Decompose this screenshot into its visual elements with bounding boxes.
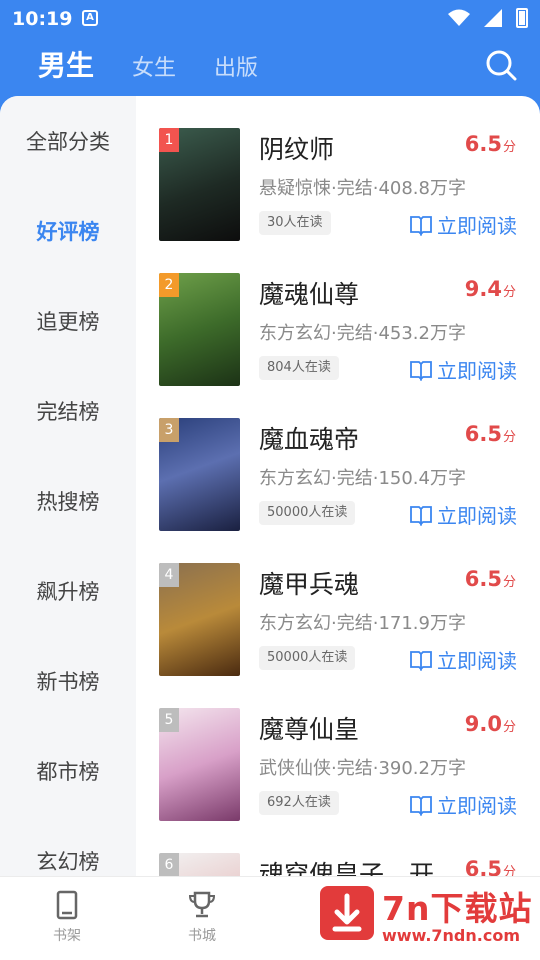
book-score: 6.5分 [464, 422, 516, 446]
book-item[interactable]: 6 魂穿傀皇子，开 6.5分 [136, 821, 540, 876]
tab-publish[interactable]: 出版 [214, 50, 258, 82]
watermark-title: 7n下载站 [382, 889, 533, 928]
app-notification-icon: A [82, 10, 98, 26]
sidebar-item-rising[interactable]: 飙升榜 [0, 576, 136, 606]
sidebar-item-new[interactable]: 新书榜 [0, 666, 136, 696]
signal-icon [484, 9, 502, 27]
readers-badge: 50000人在读 [259, 646, 356, 670]
book-open-icon [410, 650, 432, 671]
rank-badge: 3 [159, 418, 179, 442]
book-title[interactable]: 魔魂仙尊 [259, 275, 359, 311]
book-cover[interactable]: 4 [159, 563, 240, 676]
ranking-sidebar: 全部分类 好评榜 追更榜 完结榜 热搜榜 飙升榜 新书榜 都市榜 玄幻榜 [0, 96, 136, 876]
watermark-url: www.7ndn.com [382, 926, 520, 945]
readers-badge: 50000人在读 [259, 501, 356, 525]
book-title[interactable]: 魔甲兵魂 [259, 565, 359, 601]
read-now-button[interactable]: 立即阅读 [409, 355, 517, 384]
sidebar-item-finished[interactable]: 完结榜 [0, 396, 136, 426]
search-icon[interactable] [484, 48, 518, 82]
book-title[interactable]: 魂穿傀皇子，开 [259, 855, 434, 876]
book-open-icon [410, 505, 432, 526]
main-panel: 全部分类 好评榜 追更榜 完结榜 热搜榜 飙升榜 新书榜 都市榜 玄幻榜 1 阴… [0, 96, 540, 876]
bookshelf-icon [56, 890, 78, 920]
book-open-icon [410, 360, 432, 381]
category-tabs: 男生 女生 出版 [38, 44, 258, 84]
book-open-icon [410, 215, 432, 236]
book-score: 9.0分 [464, 712, 516, 736]
watermark: 7n下载站 www.7ndn.com [312, 878, 534, 954]
sidebar-item-all[interactable]: 全部分类 [0, 126, 136, 156]
nav-bookstore[interactable]: 书城 [162, 889, 242, 945]
book-score: 9.4分 [464, 277, 516, 301]
book-cover[interactable]: 2 [159, 273, 240, 386]
book-item[interactable]: 3 魔血魂帝 6.5分 东方玄幻·完结·150.4万字 50000人在读 立即阅… [136, 386, 540, 531]
book-open-icon [410, 795, 432, 816]
sidebar-item-urban[interactable]: 都市榜 [0, 756, 136, 786]
readers-badge: 30人在读 [259, 211, 331, 235]
rank-badge: 6 [159, 853, 179, 876]
book-score: 6.5分 [464, 567, 516, 591]
rank-badge: 1 [159, 128, 179, 152]
download-logo-icon [320, 886, 374, 940]
status-time: 10:19 [12, 8, 73, 30]
read-now-button[interactable]: 立即阅读 [409, 645, 517, 674]
book-title[interactable]: 魔血魂帝 [259, 420, 359, 456]
book-item[interactable]: 5 魔尊仙皇 9.0分 武侠仙侠·完结·390.2万字 692人在读 立即阅读 [136, 676, 540, 821]
book-title[interactable]: 阴纹师 [259, 130, 334, 166]
rank-badge: 4 [159, 563, 179, 587]
readers-badge: 804人在读 [259, 356, 339, 380]
book-meta: 东方玄幻·完结·453.2万字 [259, 323, 466, 344]
book-cover[interactable]: 3 [159, 418, 240, 531]
book-meta: 东方玄幻·完结·150.4万字 [259, 468, 466, 489]
book-meta: 东方玄幻·完结·171.9万字 [259, 613, 466, 634]
book-cover[interactable]: 5 [159, 708, 240, 821]
rank-badge: 5 [159, 708, 179, 732]
nav-bookshelf[interactable]: 书架 [27, 889, 107, 945]
sidebar-item-hot-search[interactable]: 热搜榜 [0, 486, 136, 516]
status-bar: 10:19 A [0, 0, 540, 36]
book-item[interactable]: 4 魔甲兵魂 6.5分 东方玄幻·完结·171.9万字 50000人在读 立即阅… [136, 531, 540, 676]
tab-female[interactable]: 女生 [132, 50, 176, 82]
read-now-button[interactable]: 立即阅读 [409, 210, 517, 239]
readers-badge: 692人在读 [259, 791, 339, 815]
book-list: 1 阴纹师 6.5分 悬疑惊悚·完结·408.8万字 30人在读 立即阅读 2 … [136, 96, 540, 876]
book-meta: 悬疑惊悚·完结·408.8万字 [259, 178, 466, 199]
wifi-icon [448, 9, 470, 26]
book-cover[interactable]: 1 [159, 128, 240, 241]
book-score: 6.5分 [464, 132, 516, 156]
read-now-button[interactable]: 立即阅读 [409, 790, 517, 819]
trophy-icon [188, 891, 216, 918]
book-cover[interactable]: 6 [159, 853, 240, 876]
book-item[interactable]: 1 阴纹师 6.5分 悬疑惊悚·完结·408.8万字 30人在读 立即阅读 [136, 96, 540, 241]
sidebar-item-fantasy[interactable]: 玄幻榜 [0, 846, 136, 876]
sidebar-item-follow[interactable]: 追更榜 [0, 306, 136, 336]
tab-male[interactable]: 男生 [38, 44, 94, 84]
book-title[interactable]: 魔尊仙皇 [259, 710, 359, 746]
sidebar-item-top-rated[interactable]: 好评榜 [0, 216, 136, 246]
read-now-button[interactable]: 立即阅读 [409, 500, 517, 529]
book-score: 6.5分 [464, 857, 516, 876]
battery-icon [516, 8, 528, 28]
rank-badge: 2 [159, 273, 179, 297]
book-meta: 武侠仙侠·完结·390.2万字 [259, 758, 466, 779]
book-item[interactable]: 2 魔魂仙尊 9.4分 东方玄幻·完结·453.2万字 804人在读 立即阅读 [136, 241, 540, 386]
status-icons [448, 8, 528, 28]
